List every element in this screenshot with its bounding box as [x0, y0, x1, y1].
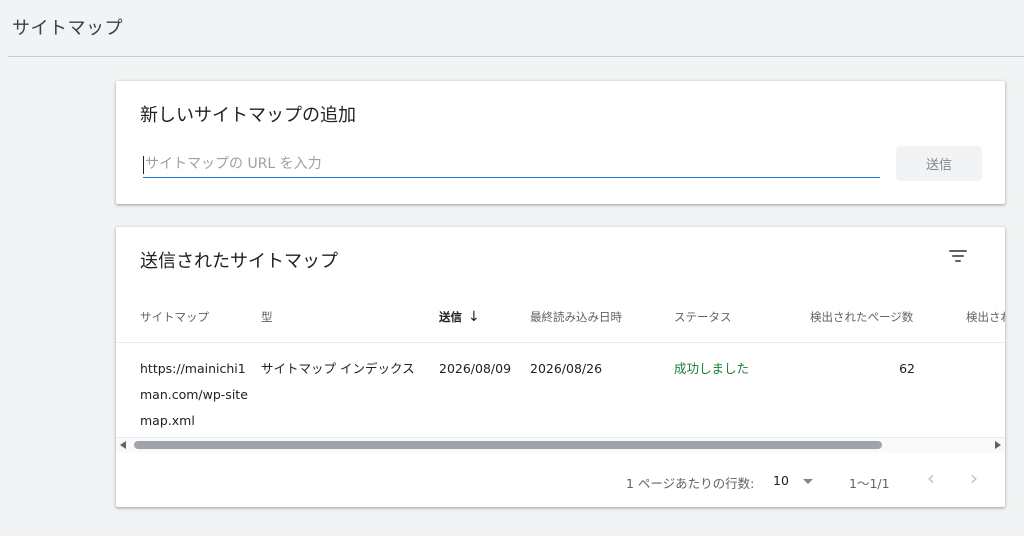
page-header: サイトマップ: [8, 0, 1024, 57]
column-header-type[interactable]: 型: [261, 309, 273, 325]
arrow-down-icon: ↓: [468, 309, 480, 325]
table-header: サイトマップ 型 送信 ↓ 最終読み込み日時 ステータス 検出されたページ数 検出…: [116, 303, 1005, 343]
row-sitemap-url[interactable]: https://mainichi1man.com/wp-sitemap.xml: [140, 356, 250, 434]
submit-button[interactable]: 送信: [896, 146, 982, 181]
text-caret: [143, 156, 144, 174]
pagination-range: 1〜1/1: [849, 476, 890, 491]
filter-list-icon[interactable]: [948, 247, 968, 265]
row-type: サイトマップ インデックス: [261, 361, 415, 376]
column-header-status[interactable]: ステータス: [674, 309, 732, 325]
submitted-sitemaps-title: 送信されたサイトマップ: [140, 251, 338, 272]
scroll-left-arrow-icon[interactable]: [120, 441, 126, 449]
horizontal-scrollbar[interactable]: [116, 437, 1005, 453]
row-last-read-date: 2026/08/26: [530, 361, 603, 376]
status-badge: 成功しました: [674, 361, 750, 376]
rows-per-page-label: 1 ページあたりの行数:: [626, 476, 755, 491]
next-page-icon[interactable]: ›: [970, 466, 978, 490]
page-title: サイトマップ: [12, 18, 123, 39]
row-pages-count: 62: [899, 361, 915, 376]
pagination-bar: 1 ページあたりの行数: 10 1〜1/1 ‹ ›: [116, 463, 1005, 499]
sitemap-url-input[interactable]: [143, 150, 880, 178]
column-header-last-read[interactable]: 最終読み込み日時: [530, 309, 622, 325]
column-header-more[interactable]: 検出され: [966, 309, 1005, 325]
dropdown-arrow-icon[interactable]: [803, 479, 813, 484]
add-sitemap-card: 新しいサイトマップの追加 送信: [116, 81, 1005, 204]
rows-per-page-select[interactable]: 10: [773, 473, 789, 488]
sitemap-url-field: [143, 150, 880, 178]
scrollbar-thumb[interactable]: [134, 441, 882, 449]
table-row[interactable]: https://mainichi1man.com/wp-sitemap.xml …: [116, 344, 1005, 436]
row-submitted-date: 2026/08/09: [439, 361, 512, 376]
column-header-submitted-label: 送信: [439, 310, 462, 324]
column-header-sitemap[interactable]: サイトマップ: [140, 309, 209, 325]
submitted-sitemaps-card: 送信されたサイトマップ サイトマップ 型 送信 ↓ 最終読み込み日時 ステータス …: [116, 227, 1005, 507]
previous-page-icon[interactable]: ‹: [927, 466, 935, 490]
scroll-right-arrow-icon[interactable]: [995, 441, 1001, 449]
add-sitemap-title: 新しいサイトマップの追加: [140, 105, 356, 126]
column-header-pages[interactable]: 検出されたページ数: [810, 309, 913, 325]
column-header-submitted[interactable]: 送信 ↓: [439, 309, 480, 325]
